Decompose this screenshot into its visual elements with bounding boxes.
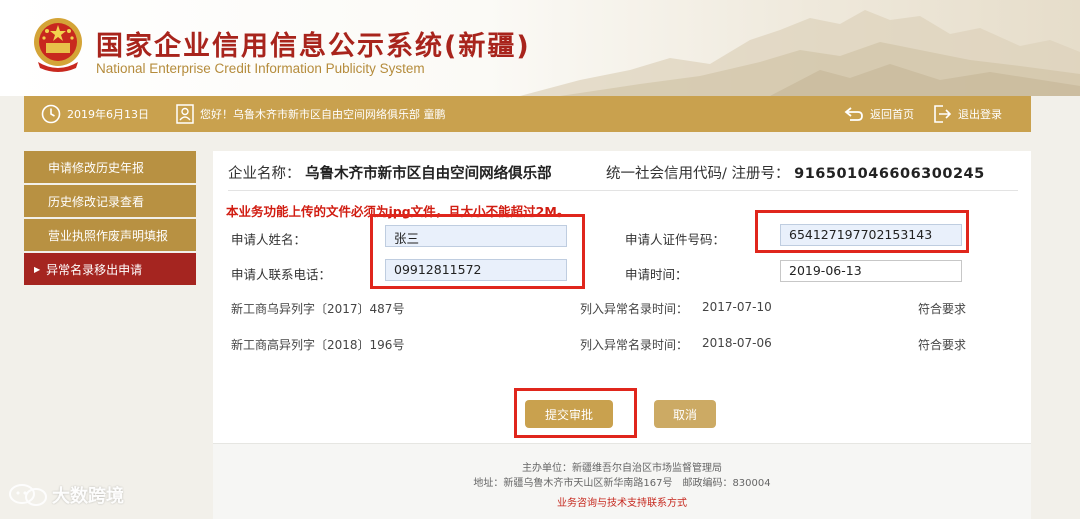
clock-icon	[41, 104, 61, 124]
footer-contact-link[interactable]: 业务咨询与技术支持联系方式	[213, 494, 1031, 509]
highlight-box-submit	[514, 388, 637, 438]
top-bar: 2019年6月13日 您好！乌鲁木齐市新市区自由空间网络俱乐部 童鹏 返回首页 …	[24, 96, 1031, 132]
record-status: 符合要求	[918, 302, 967, 316]
mountain-background	[520, 10, 1080, 96]
phone-label: 申请人联系电话：	[231, 267, 332, 282]
logout-link[interactable]: 退出登录	[932, 96, 1002, 132]
apply-date-field[interactable]: 2019-06-13	[780, 260, 962, 282]
record-doc-number: 新工商乌异列字〔2017〕487号	[231, 302, 405, 316]
sidebar-menu: 申请修改历史年报 历史修改记录查看 营业执照作废声明填报 ▶ 异常名录移出申请	[24, 151, 196, 287]
greeting-text: 您好！乌鲁木齐市新市区自由空间网络俱乐部 童鹏	[200, 108, 446, 121]
record-time-label: 列入异常名录时间：	[580, 338, 689, 352]
current-date: 2019年6月13日	[67, 108, 149, 121]
home-link-label[interactable]: 返回首页	[870, 106, 914, 122]
site-title: 国家企业信用信息公示系统(新疆)	[96, 31, 531, 62]
chat-bubble-icon	[9, 484, 47, 506]
divider	[228, 190, 1018, 191]
applicant-name-label: 申请人姓名：	[231, 232, 307, 247]
apply-date-label: 申请时间：	[625, 267, 688, 282]
sidebar-item-label: 历史修改记录查看	[48, 194, 145, 209]
sidebar-item-label: 营业执照作废声明填报	[48, 228, 169, 243]
date-display: 2019年6月13日	[41, 96, 149, 132]
return-arrow-icon	[844, 107, 863, 121]
national-emblem-icon	[34, 18, 82, 72]
cancel-button[interactable]: 取消	[654, 400, 716, 428]
sidebar-item-label: 申请修改历史年报	[48, 160, 145, 175]
credit-code-info: 统一社会信用代码/ 注册号： 916501046606300245	[606, 162, 985, 183]
highlight-box-id	[755, 210, 969, 253]
watermark-text: 大数跨境	[52, 486, 124, 507]
record-time: 2017-07-10	[702, 300, 772, 314]
caret-right-icon: ▶	[34, 264, 41, 274]
sidebar-item-history-records[interactable]: 历史修改记录查看	[24, 185, 196, 217]
company-label: 企业名称：	[228, 166, 301, 182]
site-footer: 主办单位：新疆维吾尔自治区市场监督管理局 地址：新疆乌鲁木齐市天山区新华南路16…	[213, 443, 1031, 519]
user-card-icon	[176, 104, 194, 124]
sidebar-item-license-void[interactable]: 营业执照作废声明填报	[24, 219, 196, 251]
home-link[interactable]: 返回首页	[844, 96, 914, 132]
footer-sponsor: 主办单位：新疆维吾尔自治区市场监督管理局	[522, 463, 722, 474]
credit-code-value: 916501046606300245	[794, 166, 985, 182]
record-status: 符合要求	[918, 338, 967, 352]
logout-icon	[934, 105, 952, 123]
company-info: 企业名称： 乌鲁木齐市新市区自由空间网络俱乐部	[228, 162, 552, 183]
application-form-panel: 企业名称： 乌鲁木齐市新市区自由空间网络俱乐部 统一社会信用代码/ 注册号： 9…	[213, 151, 1031, 443]
highlight-box-name-phone	[370, 214, 585, 289]
site-subtitle: National Enterprise Credit Information P…	[96, 61, 425, 76]
record-time: 2018-07-06	[702, 336, 772, 350]
sidebar-item-abnormal-removal[interactable]: ▶ 异常名录移出申请	[24, 253, 196, 285]
record-doc-number: 新工商高异列字〔2018〕196号	[231, 338, 405, 352]
company-name: 乌鲁木齐市新市区自由空间网络俱乐部	[305, 166, 552, 182]
sidebar-item-annual-report[interactable]: 申请修改历史年报	[24, 151, 196, 183]
sidebar-item-label: 异常名录移出申请	[46, 262, 143, 277]
credit-code-label: 统一社会信用代码/ 注册号：	[606, 166, 790, 182]
watermark: 大数跨境	[8, 482, 124, 508]
logout-link-label[interactable]: 退出登录	[958, 106, 1002, 122]
user-greeting: 您好！乌鲁木齐市新市区自由空间网络俱乐部 童鹏	[176, 96, 446, 132]
footer-address: 地址：新疆乌鲁木齐市天山区新华南路167号 邮政编码：830004	[473, 478, 771, 489]
record-time-label: 列入异常名录时间：	[580, 302, 689, 316]
applicant-id-label: 申请人证件号码：	[625, 232, 726, 247]
site-header: 国家企业信用信息公示系统(新疆) National Enterprise Cre…	[0, 0, 1080, 96]
